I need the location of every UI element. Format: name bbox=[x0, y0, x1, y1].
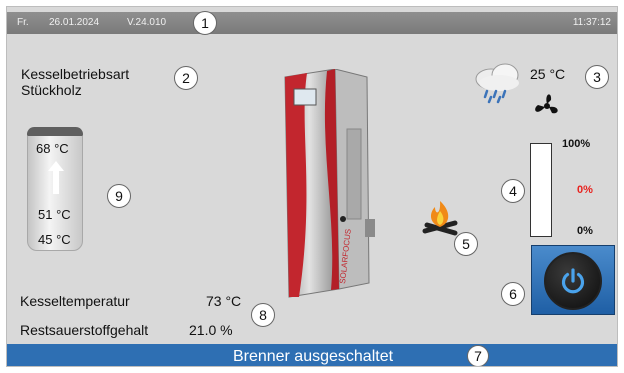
callout-badge: 5 bbox=[454, 232, 478, 256]
boiler-screen: Fr. 26.01.2024 V.24.010 11:37:12 1 Kesse… bbox=[6, 6, 618, 367]
burner-status-text: Brenner ausgeschaltet bbox=[232, 348, 394, 365]
software-version: V.24.010 bbox=[127, 17, 167, 28]
callout-badge: 4 bbox=[501, 179, 525, 203]
callout-badge: 3 bbox=[585, 65, 609, 89]
callout-badge: 9 bbox=[107, 184, 131, 208]
outdoor-temperature: 25 °C bbox=[530, 66, 566, 82]
output-min-label: 0% bbox=[577, 225, 593, 237]
callout-badge: 6 bbox=[501, 282, 525, 306]
flame-icon bbox=[422, 201, 458, 236]
residual-oxygen-label: Restsauerstoffgehalt bbox=[20, 322, 149, 338]
output-max-label: 100% bbox=[562, 138, 591, 150]
callout-badge: 7 bbox=[467, 345, 489, 366]
operating-mode-value[interactable]: Stückholz bbox=[21, 82, 82, 98]
power-knob[interactable] bbox=[544, 252, 602, 310]
buffer-top-temp: 68 °C bbox=[36, 141, 69, 156]
output-current-value: 0% bbox=[577, 184, 593, 196]
burner-power-button[interactable] bbox=[531, 245, 615, 315]
boiler-temp-value: 73 °C bbox=[206, 293, 242, 309]
callout-badge: 1 bbox=[193, 11, 217, 35]
date: 26.01.2024 bbox=[49, 17, 100, 28]
top-status-bar: Fr. 26.01.2024 V.24.010 11:37:12 bbox=[7, 12, 617, 34]
fan-icon bbox=[535, 94, 558, 114]
arrow-shaft bbox=[53, 170, 59, 194]
operating-mode-title: Kesselbetriebsart bbox=[21, 66, 130, 82]
callout-badge: 8 bbox=[251, 303, 275, 327]
power-icon bbox=[561, 268, 585, 294]
burner-output-bar bbox=[530, 143, 552, 237]
weather-cloud-rain-icon bbox=[475, 63, 519, 104]
buffer-bottom-temp: 45 °C bbox=[38, 232, 71, 247]
callout-badge: 2 bbox=[174, 66, 198, 90]
boiler-temp-label: Kesseltemperatur bbox=[20, 293, 130, 309]
buffer-middle-temp: 51 °C bbox=[38, 207, 71, 222]
weekday: Fr. bbox=[17, 17, 29, 28]
boiler-image: SOLARFOCUS bbox=[284, 69, 375, 298]
clock: 11:37:12 bbox=[572, 17, 611, 28]
residual-oxygen-value: 21.0 % bbox=[189, 322, 233, 338]
burner-status-bar: Brenner ausgeschaltet bbox=[7, 344, 617, 366]
